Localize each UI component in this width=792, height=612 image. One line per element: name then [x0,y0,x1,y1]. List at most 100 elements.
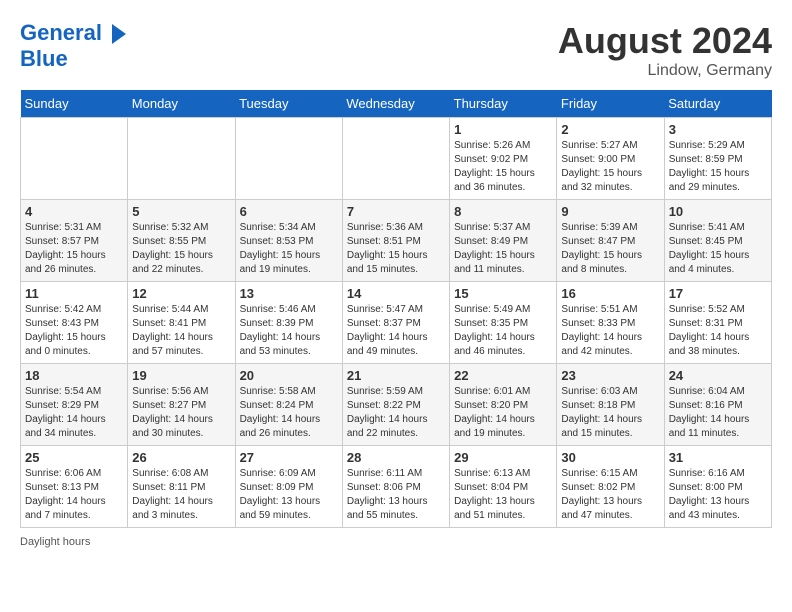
day-number: 11 [25,286,123,301]
day-info: Sunrise: 5:51 AM Sunset: 8:33 PM Dayligh… [561,303,659,359]
day-info: Sunrise: 5:44 AM Sunset: 8:41 PM Dayligh… [132,303,230,359]
calendar-day-cell: 24 Sunrise: 6:04 AM Sunset: 8:16 PM Dayli… [664,364,771,446]
day-info: Sunrise: 6:08 AM Sunset: 8:11 PM Dayligh… [132,467,230,523]
calendar-day-cell: 11 Sunrise: 5:42 AM Sunset: 8:43 PM Dayli… [21,282,128,364]
day-info: Sunrise: 5:59 AM Sunset: 8:22 PM Dayligh… [347,385,445,441]
calendar-day-cell: 22 Sunrise: 6:01 AM Sunset: 8:20 PM Dayli… [450,364,557,446]
day-info: Sunrise: 5:52 AM Sunset: 8:31 PM Dayligh… [669,303,767,359]
day-info: Sunrise: 5:41 AM Sunset: 8:45 PM Dayligh… [669,221,767,277]
day-number: 23 [561,368,659,383]
day-number: 1 [454,122,552,137]
day-of-week-header: Wednesday [342,90,449,118]
day-info: Sunrise: 6:04 AM Sunset: 8:16 PM Dayligh… [669,385,767,441]
logo: General Blue [20,20,126,73]
day-number: 2 [561,122,659,137]
month-year-title: August 2024 [558,20,772,62]
calendar-day-cell: 9Sunrise: 5:39 AM Sunset: 8:47 PM Daylig… [557,200,664,282]
logo-arrow-icon [112,24,126,44]
day-number: 13 [240,286,338,301]
calendar-day-cell: 17 Sunrise: 5:52 AM Sunset: 8:31 PM Dayli… [664,282,771,364]
day-info: Sunrise: 5:47 AM Sunset: 8:37 PM Dayligh… [347,303,445,359]
calendar-day-cell: 10 Sunrise: 5:41 AM Sunset: 8:45 PM Dayli… [664,200,771,282]
day-number: 17 [669,286,767,301]
day-info: Sunrise: 6:06 AM Sunset: 8:13 PM Dayligh… [25,467,123,523]
page-header: General Blue August 2024 Lindow, Germany [20,20,772,80]
day-info: Sunrise: 5:39 AM Sunset: 8:47 PM Dayligh… [561,221,659,277]
calendar-week-row: 4Sunrise: 5:31 AM Sunset: 8:57 PM Daylig… [21,200,772,282]
day-of-week-header: Sunday [21,90,128,118]
day-info: Sunrise: 5:37 AM Sunset: 8:49 PM Dayligh… [454,221,552,277]
day-number: 16 [561,286,659,301]
day-number: 24 [669,368,767,383]
day-info: Sunrise: 5:26 AM Sunset: 9:02 PM Dayligh… [454,139,552,195]
calendar-day-cell: 18Sunrise: 5:54 AM Sunset: 8:29 PM Dayli… [21,364,128,446]
calendar-day-cell: 5 Sunrise: 5:32 AM Sunset: 8:55 PM Daylig… [128,200,235,282]
daylight-label: Daylight hours [20,536,90,548]
day-number: 28 [347,450,445,465]
day-number: 30 [561,450,659,465]
calendar-day-cell: 6 Sunrise: 5:34 AM Sunset: 8:53 PM Daylig… [235,200,342,282]
logo-blue: Blue [20,46,126,72]
day-info: Sunrise: 5:32 AM Sunset: 8:55 PM Dayligh… [132,221,230,277]
calendar-header-row: SundayMondayTuesdayWednesdayThursdayFrid… [21,90,772,118]
day-of-week-header: Friday [557,90,664,118]
day-info: Sunrise: 5:46 AM Sunset: 8:39 PM Dayligh… [240,303,338,359]
calendar-day-cell: 12Sunrise: 5:44 AM Sunset: 8:41 PM Dayli… [128,282,235,364]
logo-general: General [20,20,102,45]
calendar-day-cell: 7Sunrise: 5:36 AM Sunset: 8:51 PM Daylig… [342,200,449,282]
day-info: Sunrise: 5:27 AM Sunset: 9:00 PM Dayligh… [561,139,659,195]
logo-text: General [20,20,126,46]
calendar-day-cell: 3Sunrise: 5:29 AM Sunset: 8:59 PM Daylig… [664,118,771,200]
calendar-day-cell: 1 Sunrise: 5:26 AM Sunset: 9:02 PM Daylig… [450,118,557,200]
day-info: Sunrise: 6:03 AM Sunset: 8:18 PM Dayligh… [561,385,659,441]
calendar-day-cell: 15 Sunrise: 5:49 AM Sunset: 8:35 PM Dayli… [450,282,557,364]
day-number: 4 [25,204,123,219]
calendar-day-cell: 14 Sunrise: 5:47 AM Sunset: 8:37 PM Dayli… [342,282,449,364]
day-number: 7 [347,204,445,219]
calendar-day-cell: 13 Sunrise: 5:46 AM Sunset: 8:39 PM Dayli… [235,282,342,364]
day-number: 8 [454,204,552,219]
day-of-week-header: Monday [128,90,235,118]
calendar-day-cell: 29 Sunrise: 6:13 AM Sunset: 8:04 PM Dayli… [450,446,557,528]
calendar-day-cell: 31 Sunrise: 6:16 AM Sunset: 8:00 PM Dayli… [664,446,771,528]
footer: Daylight hours [20,536,772,548]
day-number: 20 [240,368,338,383]
calendar-week-row: 18Sunrise: 5:54 AM Sunset: 8:29 PM Dayli… [21,364,772,446]
calendar-day-cell: 8 Sunrise: 5:37 AM Sunset: 8:49 PM Daylig… [450,200,557,282]
day-number: 29 [454,450,552,465]
day-of-week-header: Tuesday [235,90,342,118]
day-number: 15 [454,286,552,301]
calendar-day-cell [128,118,235,200]
day-number: 19 [132,368,230,383]
calendar-week-row: 1 Sunrise: 5:26 AM Sunset: 9:02 PM Daylig… [21,118,772,200]
day-info: Sunrise: 6:11 AM Sunset: 8:06 PM Dayligh… [347,467,445,523]
day-number: 21 [347,368,445,383]
title-block: August 2024 Lindow, Germany [558,20,772,80]
calendar-day-cell: 20Sunrise: 5:58 AM Sunset: 8:24 PM Dayli… [235,364,342,446]
day-number: 22 [454,368,552,383]
day-number: 14 [347,286,445,301]
day-number: 31 [669,450,767,465]
day-info: Sunrise: 5:34 AM Sunset: 8:53 PM Dayligh… [240,221,338,277]
location-subtitle: Lindow, Germany [558,62,772,80]
day-info: Sunrise: 6:09 AM Sunset: 8:09 PM Dayligh… [240,467,338,523]
day-number: 25 [25,450,123,465]
day-info: Sunrise: 6:01 AM Sunset: 8:20 PM Dayligh… [454,385,552,441]
calendar-week-row: 11 Sunrise: 5:42 AM Sunset: 8:43 PM Dayli… [21,282,772,364]
calendar-table: SundayMondayTuesdayWednesdayThursdayFrid… [20,90,772,528]
day-info: Sunrise: 5:29 AM Sunset: 8:59 PM Dayligh… [669,139,767,195]
calendar-day-cell [235,118,342,200]
day-of-week-header: Saturday [664,90,771,118]
day-number: 6 [240,204,338,219]
day-number: 5 [132,204,230,219]
calendar-day-cell [342,118,449,200]
day-info: Sunrise: 5:56 AM Sunset: 8:27 PM Dayligh… [132,385,230,441]
day-info: Sunrise: 6:13 AM Sunset: 8:04 PM Dayligh… [454,467,552,523]
day-info: Sunrise: 5:42 AM Sunset: 8:43 PM Dayligh… [25,303,123,359]
calendar-day-cell: 23 Sunrise: 6:03 AM Sunset: 8:18 PM Dayli… [557,364,664,446]
calendar-day-cell [21,118,128,200]
calendar-day-cell: 2 Sunrise: 5:27 AM Sunset: 9:00 PM Daylig… [557,118,664,200]
day-info: Sunrise: 6:16 AM Sunset: 8:00 PM Dayligh… [669,467,767,523]
day-info: Sunrise: 5:49 AM Sunset: 8:35 PM Dayligh… [454,303,552,359]
day-number: 10 [669,204,767,219]
